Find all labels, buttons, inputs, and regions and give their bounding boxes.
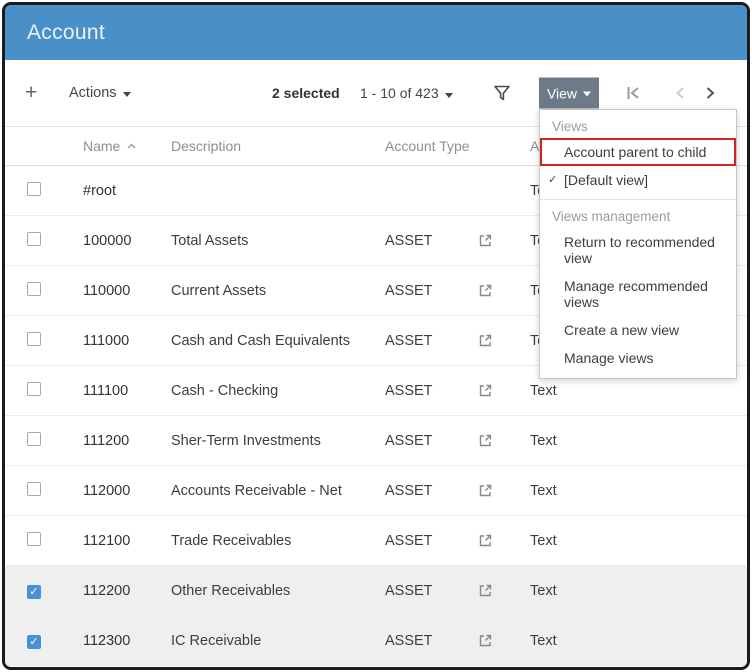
column-header-name[interactable]: Name — [77, 138, 167, 154]
external-link-icon[interactable] — [478, 633, 493, 648]
row-checkbox[interactable]: ✓ — [27, 585, 41, 599]
cell-name: 112300 — [77, 633, 167, 649]
actions-dropdown[interactable]: Actions — [69, 85, 131, 101]
cell-attribute: Text — [520, 483, 747, 499]
app-header: Account — [5, 5, 747, 60]
menu-section-views-management: Views management — [540, 199, 736, 228]
cell-description: Accounts Receivable - Net — [167, 483, 373, 499]
column-header-description[interactable]: Description — [167, 138, 373, 154]
next-page-button[interactable] — [703, 85, 717, 102]
check-icon: ✓ — [548, 173, 557, 186]
cell-account-type: ASSET — [373, 333, 470, 349]
cell-attribute: Text — [520, 433, 747, 449]
filter-icon[interactable] — [493, 84, 511, 102]
cell-name: 110000 — [77, 283, 167, 299]
row-checkbox[interactable]: ✓ — [27, 635, 41, 649]
row-checkbox[interactable] — [27, 482, 41, 496]
table-row[interactable]: ✓ 112300 IC Receivable ASSET Text — [5, 616, 747, 666]
external-link-icon[interactable] — [478, 583, 493, 598]
add-button[interactable]: + — [25, 81, 37, 105]
cell-description: Total Assets — [167, 233, 373, 249]
cell-account-type: ASSET — [373, 233, 470, 249]
row-checkbox[interactable] — [27, 332, 41, 346]
view-button[interactable]: View — [539, 78, 599, 109]
cell-description: Trade Receivables — [167, 533, 373, 549]
row-checkbox[interactable] — [27, 282, 41, 296]
page-title: Account — [27, 21, 105, 45]
menu-section-views: Views — [540, 113, 736, 138]
cell-description: Cash - Checking — [167, 383, 373, 399]
table-row[interactable]: ✓ 112200 Other Receivables ASSET Text — [5, 566, 747, 616]
selected-count: 2 selected — [272, 85, 340, 101]
cell-attribute: Text — [520, 633, 747, 649]
cell-description: Sher-Term Investments — [167, 433, 373, 449]
external-link-icon[interactable] — [478, 383, 493, 398]
cell-account-type: ASSET — [373, 483, 470, 499]
cell-account-type: ASSET — [373, 533, 470, 549]
row-checkbox[interactable] — [27, 432, 41, 446]
cell-description: Cash and Cash Equivalents — [167, 333, 373, 349]
table-row[interactable]: 111200 Sher-Term Investments ASSET Text — [5, 416, 747, 466]
table-row[interactable]: 112100 Trade Receivables ASSET Text — [5, 516, 747, 566]
cell-name: 112200 — [77, 583, 167, 599]
cell-account-type: ASSET — [373, 583, 470, 599]
menu-item-create-a-new-view[interactable]: Create a new view — [540, 316, 736, 344]
external-link-icon[interactable] — [478, 483, 493, 498]
cell-account-type: ASSET — [373, 433, 470, 449]
sort-ascending-icon — [127, 143, 136, 149]
row-checkbox[interactable] — [27, 382, 41, 396]
cell-name: 111100 — [77, 383, 167, 399]
cell-name: 111000 — [77, 333, 167, 349]
pagination-dropdown[interactable]: 1 - 10 of 423 — [360, 85, 453, 101]
menu-item-manage-recommended-views[interactable]: Manage recommended views — [540, 272, 736, 316]
row-checkbox[interactable] — [27, 232, 41, 246]
cell-account-type: ASSET — [373, 383, 470, 399]
cell-name: #root — [77, 183, 167, 199]
menu-item-default-view[interactable]: ✓ [Default view] — [540, 166, 736, 194]
menu-item-manage-views[interactable]: Manage views — [540, 344, 736, 372]
cell-attribute: Text — [520, 583, 747, 599]
previous-page-button[interactable] — [673, 85, 687, 102]
account-window: Account + Actions 2 selected 1 - 10 of 4… — [2, 2, 750, 670]
cell-name: 112000 — [77, 483, 167, 499]
menu-item-return-to-recommended-view[interactable]: Return to recommended view — [540, 228, 736, 272]
column-header-account-type[interactable]: Account Type — [373, 138, 470, 154]
cell-description: IC Receivable — [167, 633, 373, 649]
cell-description: Current Assets — [167, 283, 373, 299]
external-link-icon[interactable] — [478, 283, 493, 298]
menu-item-account-parent-to-child[interactable]: Account parent to child — [540, 138, 736, 166]
cell-name: 100000 — [77, 233, 167, 249]
chevron-down-icon — [123, 92, 131, 97]
views-dropdown-menu: Views Account parent to child ✓ [Default… — [539, 109, 737, 379]
cell-account-type: ASSET — [373, 633, 470, 649]
external-link-icon[interactable] — [478, 533, 493, 548]
row-checkbox[interactable] — [27, 532, 41, 546]
external-link-icon[interactable] — [478, 233, 493, 248]
cell-account-type: ASSET — [373, 283, 470, 299]
chevron-down-icon — [583, 92, 591, 97]
cell-attribute: Text — [520, 383, 747, 399]
table-row[interactable]: 112000 Accounts Receivable - Net ASSET T… — [5, 466, 747, 516]
external-link-icon[interactable] — [478, 433, 493, 448]
row-checkbox[interactable] — [27, 182, 41, 196]
cell-name: 112100 — [77, 533, 167, 549]
cell-attribute: Text — [520, 533, 747, 549]
cell-name: 111200 — [77, 433, 167, 449]
chevron-down-icon — [445, 93, 453, 98]
external-link-icon[interactable] — [478, 333, 493, 348]
first-page-button[interactable] — [625, 85, 642, 102]
cell-description: Other Receivables — [167, 583, 373, 599]
